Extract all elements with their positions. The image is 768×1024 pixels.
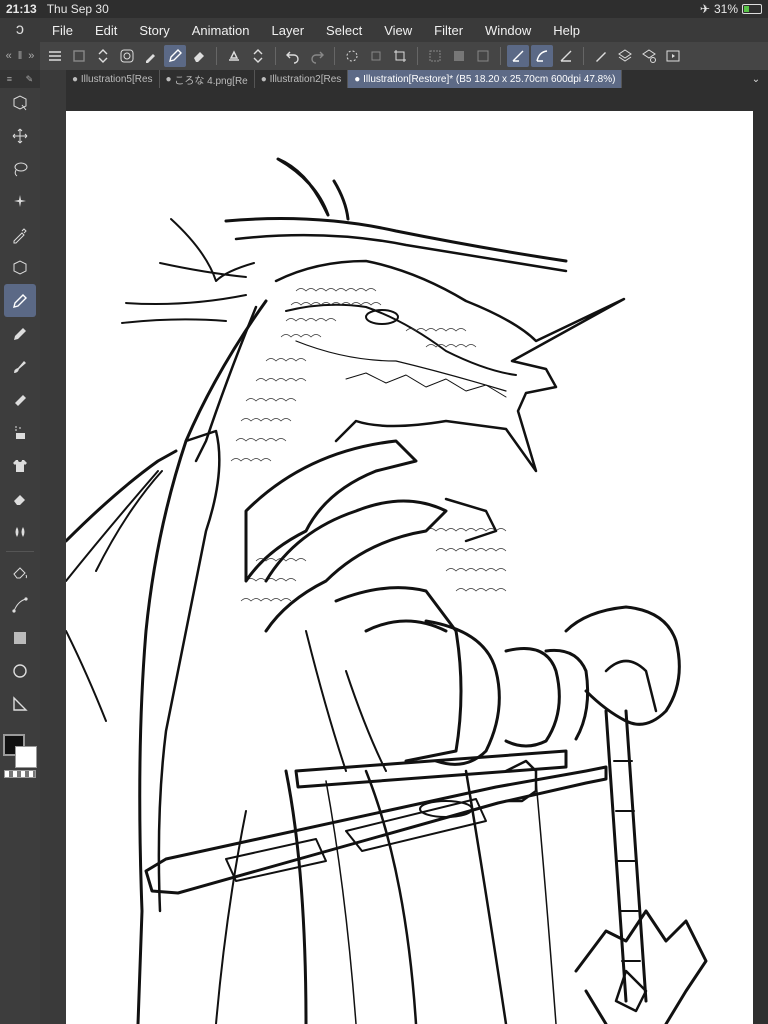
line-snap-icon[interactable] bbox=[555, 45, 577, 67]
tab-korona[interactable]: ● ころな 4.png[Re bbox=[160, 70, 255, 88]
eyedrop-icon[interactable] bbox=[140, 45, 162, 67]
loading-icon[interactable] bbox=[341, 45, 363, 67]
menu-view[interactable]: View bbox=[372, 23, 422, 38]
layer-icon[interactable] bbox=[614, 45, 636, 67]
eraser-tool-icon[interactable] bbox=[0, 482, 40, 515]
select-none-icon[interactable] bbox=[424, 45, 446, 67]
move-icon[interactable] bbox=[0, 119, 40, 152]
shirt-icon[interactable] bbox=[0, 449, 40, 482]
sub-tool-strip bbox=[40, 70, 66, 1024]
gradient-icon[interactable] bbox=[0, 621, 40, 654]
object-select-icon[interactable] bbox=[0, 251, 40, 284]
toolbar-divider bbox=[216, 47, 217, 65]
airbrush-icon[interactable] bbox=[0, 383, 40, 416]
pen-tool-icon[interactable] bbox=[4, 284, 36, 317]
sub-tool-icon[interactable] bbox=[0, 86, 40, 119]
menu-icon[interactable] bbox=[44, 45, 66, 67]
eraser-icon[interactable] bbox=[188, 45, 210, 67]
blend-icon[interactable] bbox=[0, 515, 40, 548]
palette-pen-icon[interactable]: ✎ bbox=[26, 74, 34, 85]
menu-file[interactable]: File bbox=[40, 23, 83, 38]
spiral-icon[interactable] bbox=[116, 45, 138, 67]
chevron-down-icon[interactable]: ⌄ bbox=[744, 70, 768, 88]
pencil-tool-icon[interactable] bbox=[0, 317, 40, 350]
tab-illustration5[interactable]: ● Illustration5[Res bbox=[66, 70, 160, 88]
crop-icon[interactable] bbox=[389, 45, 411, 67]
clock: 21:13 bbox=[6, 2, 37, 16]
stepper2-icon[interactable] bbox=[247, 45, 269, 67]
auto-select-icon[interactable] bbox=[0, 185, 40, 218]
ruler-snap-icon[interactable] bbox=[507, 45, 529, 67]
fill-icon[interactable] bbox=[0, 555, 40, 588]
menu-bar: ↄ File Edit Story Animation Layer Select… bbox=[0, 18, 768, 42]
invert-icon[interactable] bbox=[448, 45, 470, 67]
tab-illustration[interactable]: ● Illustration[Restore]* (B5 18.20 x 25.… bbox=[348, 70, 623, 88]
figure-icon[interactable] bbox=[0, 654, 40, 687]
select-icon[interactable] bbox=[472, 45, 494, 67]
toolbar-divider bbox=[500, 47, 501, 65]
curve-snap-icon[interactable] bbox=[531, 45, 553, 67]
status-right: ✈ 31% bbox=[700, 2, 762, 16]
pencil-icon[interactable] bbox=[590, 45, 612, 67]
undo-icon[interactable] bbox=[282, 45, 304, 67]
palette-menu-icon[interactable]: ≡ bbox=[7, 74, 12, 84]
menu-layer[interactable]: Layer bbox=[260, 23, 315, 38]
menu-filter[interactable]: Filter bbox=[422, 23, 473, 38]
sub-color-swatch[interactable] bbox=[15, 746, 37, 768]
transparent-color-swatch[interactable] bbox=[4, 770, 36, 778]
command-bar bbox=[40, 42, 768, 70]
menu-story[interactable]: Story bbox=[127, 23, 179, 38]
animation-icon[interactable] bbox=[662, 45, 684, 67]
divider-grip-icon[interactable]: ‖ bbox=[18, 50, 23, 62]
menu-animation[interactable]: Animation bbox=[180, 23, 260, 38]
menu-window[interactable]: Window bbox=[473, 23, 541, 38]
redo-icon[interactable] bbox=[306, 45, 328, 67]
transform-icon[interactable] bbox=[365, 45, 387, 67]
date: Thu Sep 30 bbox=[46, 2, 109, 16]
fill-bucket-icon[interactable] bbox=[223, 45, 245, 67]
tab-label: Illustration[Restore]* (B5 18.20 x 25.70… bbox=[363, 73, 616, 85]
toolbar-divider bbox=[417, 47, 418, 65]
status-bar: 21:13 Thu Sep 30 ✈ 31% bbox=[0, 0, 768, 18]
menu-edit[interactable]: Edit bbox=[83, 23, 127, 38]
tool-list bbox=[0, 86, 40, 720]
collapse-right-icon[interactable]: » bbox=[28, 50, 34, 62]
color-swatches[interactable] bbox=[3, 734, 37, 768]
menu-help[interactable]: Help bbox=[541, 23, 590, 38]
battery-fill bbox=[744, 6, 749, 12]
battery-icon bbox=[742, 4, 762, 14]
document-tabs: ● Illustration5[Res ● ころな 4.png[Re ● Ill… bbox=[66, 70, 768, 88]
app-logo-icon[interactable]: ↄ bbox=[0, 21, 40, 39]
tab-label: ころな 4.png[Re bbox=[174, 75, 248, 87]
ruler-icon[interactable] bbox=[0, 687, 40, 720]
layers-icon[interactable] bbox=[638, 45, 660, 67]
eyedropper-icon[interactable] bbox=[0, 218, 40, 251]
vector-icon[interactable] bbox=[0, 588, 40, 621]
brush-icon[interactable] bbox=[0, 350, 40, 383]
toolbar-divider bbox=[334, 47, 335, 65]
stepper-icon[interactable] bbox=[92, 45, 114, 67]
pen-icon[interactable] bbox=[164, 45, 186, 67]
new-layer-icon[interactable] bbox=[68, 45, 90, 67]
tab-label: Illustration2[Res bbox=[269, 73, 342, 85]
toolbar-divider bbox=[275, 47, 276, 65]
tool-divider bbox=[6, 551, 34, 552]
collapse-left-icon[interactable]: « bbox=[6, 50, 12, 62]
tab-illustration2[interactable]: ● Illustration2[Res bbox=[255, 70, 349, 88]
airplane-icon: ✈ bbox=[699, 2, 710, 16]
panel-collapse-controls: « ‖ » bbox=[0, 42, 40, 70]
menu-select[interactable]: Select bbox=[314, 23, 372, 38]
drawing-canvas[interactable] bbox=[66, 111, 753, 1024]
tab-label: Illustration5[Res bbox=[80, 73, 153, 85]
toolbar-divider bbox=[583, 47, 584, 65]
decoration-icon[interactable] bbox=[0, 416, 40, 449]
dragon-knight-lineart bbox=[66, 157, 708, 1024]
battery-percent: 31% bbox=[713, 2, 738, 16]
lasso-icon[interactable] bbox=[0, 152, 40, 185]
